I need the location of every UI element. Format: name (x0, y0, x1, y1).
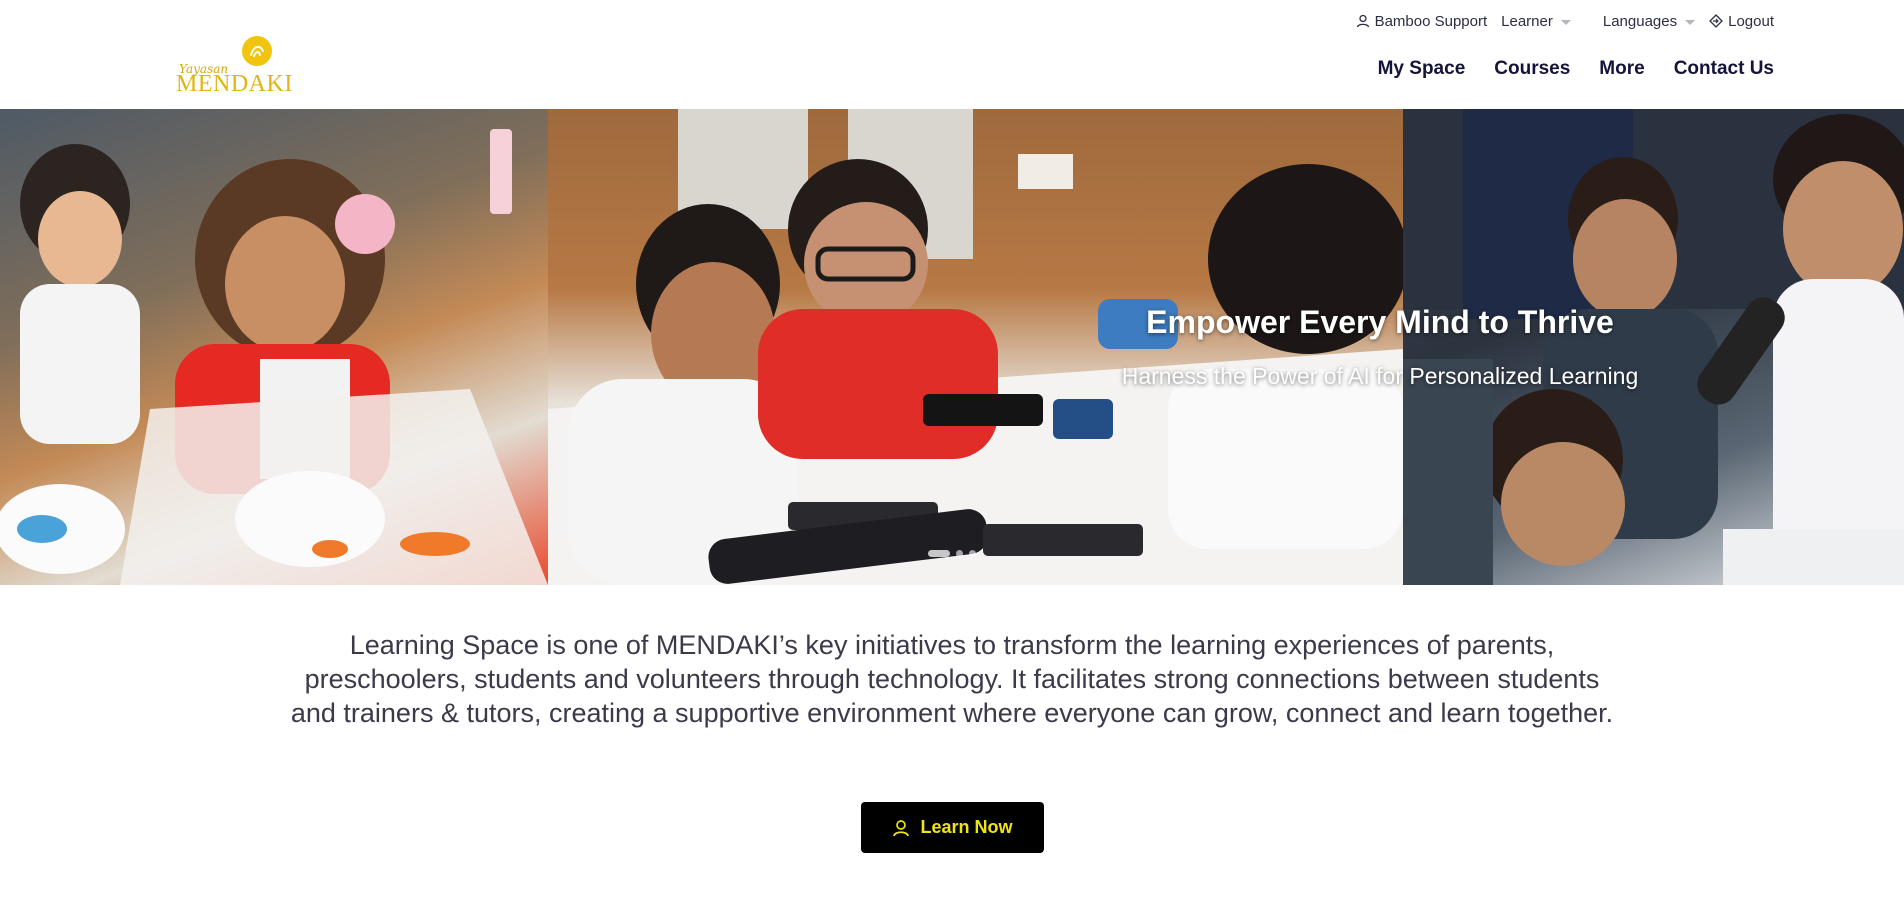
bamboo-support-label: Bamboo Support (1374, 12, 1488, 30)
logout-link[interactable]: Logout (1709, 13, 1774, 30)
user-icon (1356, 14, 1369, 28)
caret-down-icon (1685, 19, 1696, 25)
logo-wordmark: MENDAKI (176, 71, 293, 97)
caret-down-icon (1560, 19, 1571, 25)
hero-carousel[interactable]: Empower Every Mind to Thrive Harness the… (0, 109, 1904, 585)
carousel-dot-3[interactable] (969, 550, 976, 557)
site-header: Yayasan MENDAKI Bamboo Support Learner L… (0, 0, 1904, 109)
logout-icon (1709, 14, 1724, 28)
learn-now-button[interactable]: Learn Now (861, 802, 1044, 853)
languages-label: Languages (1602, 12, 1678, 30)
mendaki-logo[interactable]: Yayasan MENDAKI (176, 36, 292, 98)
nav-my-space[interactable]: My Space (1378, 58, 1466, 80)
carousel-dot-2[interactable] (956, 550, 963, 557)
hero-title: Empower Every Mind to Thrive (1146, 304, 1614, 340)
nav-courses[interactable]: Courses (1494, 58, 1570, 80)
nav-contact-us[interactable]: Contact Us (1674, 58, 1774, 80)
utility-nav: Bamboo Support Learner Languages Logout (1356, 10, 1774, 32)
learner-dropdown[interactable]: Learner (1501, 13, 1571, 30)
logo-sun-icon (242, 36, 272, 66)
languages-dropdown[interactable]: Languages (1602, 12, 1696, 30)
carousel-indicators (928, 550, 976, 557)
logout-label: Logout (1728, 12, 1774, 30)
carousel-dot-1[interactable] (928, 550, 950, 557)
hero-photo-children-playdough (0, 109, 548, 585)
intro-paragraph: Learning Space is one of MENDAKI’s key i… (290, 630, 1614, 728)
main-nav: My Space Courses More Contact Us (1378, 58, 1774, 80)
learn-now-label: Learn Now (920, 817, 1013, 837)
nav-more[interactable]: More (1599, 58, 1644, 80)
bamboo-support-link[interactable]: Bamboo Support (1356, 12, 1488, 30)
hero-caption: Empower Every Mind to Thrive Harness the… (1100, 304, 1660, 390)
learner-label: Learner (1501, 12, 1553, 30)
user-icon (893, 819, 910, 836)
hero-subtitle: Harness the Power of AI for Personalized… (1121, 363, 1639, 389)
